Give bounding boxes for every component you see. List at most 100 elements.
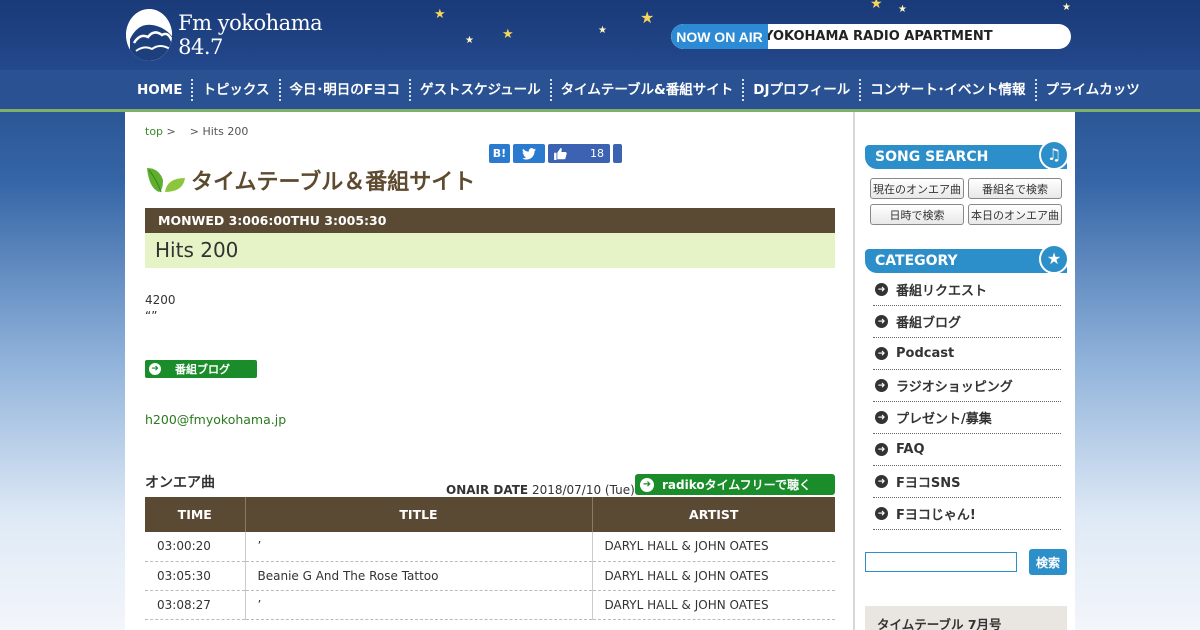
table-header-row: TIME TITLE ARTIST — [145, 497, 835, 532]
onair-date-label: ONAIR DATE — [446, 483, 529, 497]
arrow-right-icon: ➜ — [875, 315, 888, 328]
table-row: 03:05:30 Beanie G And The Rose Tattoo DA… — [145, 561, 835, 591]
nav-item-guest-schedule[interactable]: ゲストスケジュール — [409, 79, 550, 101]
song-artist: DARYL HALL & JOHN OATES — [591, 532, 835, 562]
song-artist: DARYL HALL & JOHN OATES — [591, 590, 835, 620]
category-label: FヨコSNS — [896, 476, 961, 491]
nav-item-timetable[interactable]: タイムテーブル&番組サイト — [549, 79, 743, 101]
category-item-fyokojan[interactable]: ➜ Fヨコじゃん! — [873, 498, 1061, 530]
logo-emblem-icon — [126, 9, 173, 61]
category-item-request[interactable]: ➜ 番組リクエスト — [873, 274, 1061, 306]
song-title: ’ — [244, 590, 592, 620]
sidebar-search-input[interactable] — [865, 552, 1017, 572]
radiko-timefree-label: radikoタイムフリーで聴く — [662, 478, 811, 492]
now-on-air-bar[interactable]: NOW ON AIR YOKOHAMA RADIO APARTMENT — [671, 24, 1071, 49]
program-blog-label: 番組ブログ — [175, 363, 230, 376]
nav-item-prime-cuts[interactable]: プライムカッツ — [1034, 79, 1149, 101]
share-extra-button[interactable] — [613, 144, 622, 163]
description-line: 4200 — [145, 293, 176, 307]
category-item-blog[interactable]: ➜ 番組ブログ — [873, 306, 1061, 338]
timetable-issue[interactable]: タイムテーブル 7月号 — [865, 606, 1067, 630]
now-on-air-program: YOKOHAMA RADIO APARTMENT — [768, 29, 993, 44]
category-list: ➜ 番組リクエスト ➜ 番組ブログ ➜ Podcast ➜ ラジオショッピング ➜ プレゼ… — [873, 274, 1061, 530]
arrow-right-icon: ➜ — [875, 283, 888, 296]
star-icon: ★ — [640, 8, 655, 27]
category-label: Podcast — [896, 346, 955, 361]
star-icon: ★ — [1039, 244, 1069, 274]
arrow-right-icon: ➜ — [149, 363, 161, 375]
column-header-time: TIME — [145, 497, 245, 532]
breadcrumb-current: Hits 200 — [202, 125, 249, 138]
song-search-title: SONG SEARCH — [875, 149, 989, 165]
onair-date-value: 2018/07/10 (Tue) — [531, 483, 635, 497]
category-item-present[interactable]: ➜ プレゼント/募集 — [873, 402, 1061, 434]
star-icon: ★ — [898, 4, 907, 15]
program-description: 4200 “” — [145, 292, 176, 324]
twitter-button[interactable] — [513, 144, 545, 163]
song-search-header: SONG SEARCH ♫ — [865, 140, 1069, 170]
radiko-timefree-button[interactable]: ➜ radikoタイムフリーで聴く — [635, 474, 835, 495]
table-row: 03:00:20 ’ DARYL HALL & JOHN OATES — [145, 532, 835, 562]
arrow-right-icon: ➜ — [875, 475, 888, 488]
category-label: Fヨコじゃん! — [896, 508, 976, 523]
song-time: 03:00:20 — [145, 532, 245, 562]
page-heading: タイムテーブル＆番組サイト — [145, 164, 475, 196]
page-title: タイムテーブル＆番組サイト — [191, 170, 476, 195]
program-email-link[interactable]: h200@fmyokohama.jp — [145, 412, 286, 427]
star-icon: ★ — [598, 25, 607, 36]
search-by-datetime-button[interactable]: 日時で検索 — [870, 204, 964, 225]
program-airtime: MONWED 3:006:00THU 3:005:30 — [145, 208, 835, 233]
program-blog-button[interactable]: ➜ 番組ブログ — [145, 360, 257, 378]
song-artist: DARYL HALL & JOHN OATES — [591, 561, 835, 591]
current-onair-song-button[interactable]: 現在のオンエア曲 — [870, 178, 964, 199]
nav-item-home[interactable]: HOME — [130, 79, 191, 101]
breadcrumb-top-link[interactable]: top — [145, 125, 163, 138]
arrow-right-icon: ➜ — [875, 411, 888, 424]
nav-item-dj-profile[interactable]: DJプロフィール — [742, 79, 859, 101]
sidebar-search-button[interactable]: 検索 — [1029, 549, 1067, 575]
category-label: プレゼント/募集 — [896, 412, 992, 427]
star-icon: ★ — [870, 0, 883, 12]
star-icon: ★ — [434, 7, 446, 22]
column-header-title: TITLE — [244, 497, 592, 532]
facebook-like-button[interactable]: 18 — [548, 144, 610, 163]
category-item-podcast[interactable]: ➜ Podcast — [873, 338, 1061, 370]
category-label: 番組ブログ — [896, 316, 962, 331]
column-header-artist: ARTIST — [591, 497, 835, 532]
nav-item-today[interactable]: 今日･明日のFヨコ — [278, 79, 409, 101]
onair-songs-table: TIME TITLE ARTIST 03:00:20 ’ DARYL HALL … — [145, 497, 835, 620]
onair-date: ONAIR DATE 2018/07/10 (Tue) — [446, 483, 635, 497]
share-buttons: B! 18 — [489, 144, 622, 163]
description-line: “” — [145, 309, 158, 323]
breadcrumb: top > > Hits 200 — [145, 125, 248, 138]
today-onair-songs-button[interactable]: 本日のオンエア曲 — [968, 204, 1062, 225]
category-label: ラジオショッピング — [896, 380, 1013, 395]
star-icon: ★ — [502, 27, 514, 42]
nav-item-concert-event[interactable]: コンサート･イベント情報 — [859, 79, 1034, 101]
song-time: 03:08:27 — [145, 590, 245, 620]
site-logo[interactable]: Fm yokohama 84.7 — [126, 9, 351, 61]
arrow-right-icon: ➜ — [640, 477, 654, 492]
twitter-icon — [522, 147, 536, 160]
arrow-right-icon: ➜ — [875, 347, 888, 360]
main-content: top > > Hits 200 B! 18 タイムテーブル＆番組サイト MON… — [125, 112, 853, 630]
category-item-sns[interactable]: ➜ FヨコSNS — [873, 466, 1061, 498]
arrow-right-icon: ➜ — [875, 507, 888, 520]
breadcrumb-separator: > — [189, 125, 199, 138]
thumbs-up-icon — [554, 147, 567, 160]
category-label: 番組リクエスト — [896, 284, 988, 299]
sidebar: SONG SEARCH ♫ 現在のオンエア曲 番組名で検索 日時で検索 本日のオ… — [853, 112, 1075, 630]
category-item-shopping[interactable]: ➜ ラジオショッピング — [873, 370, 1061, 402]
star-icon: ★ — [1062, 2, 1071, 13]
hatena-bookmark-button[interactable]: B! — [489, 144, 510, 163]
now-on-air-label: NOW ON AIR — [671, 24, 768, 49]
category-item-faq[interactable]: ➜ FAQ — [873, 434, 1061, 466]
music-note-icon: ♫ — [1039, 140, 1069, 170]
star-icon: ★ — [465, 35, 474, 46]
nav-item-topics[interactable]: トピックス — [191, 79, 278, 101]
category-header: CATEGORY ★ — [865, 244, 1069, 274]
logo-text: Fm yokohama 84.7 — [178, 11, 323, 59]
category-label: FAQ — [896, 442, 925, 457]
search-by-program-button[interactable]: 番組名で検索 — [968, 178, 1062, 199]
category-title: CATEGORY — [875, 253, 958, 269]
